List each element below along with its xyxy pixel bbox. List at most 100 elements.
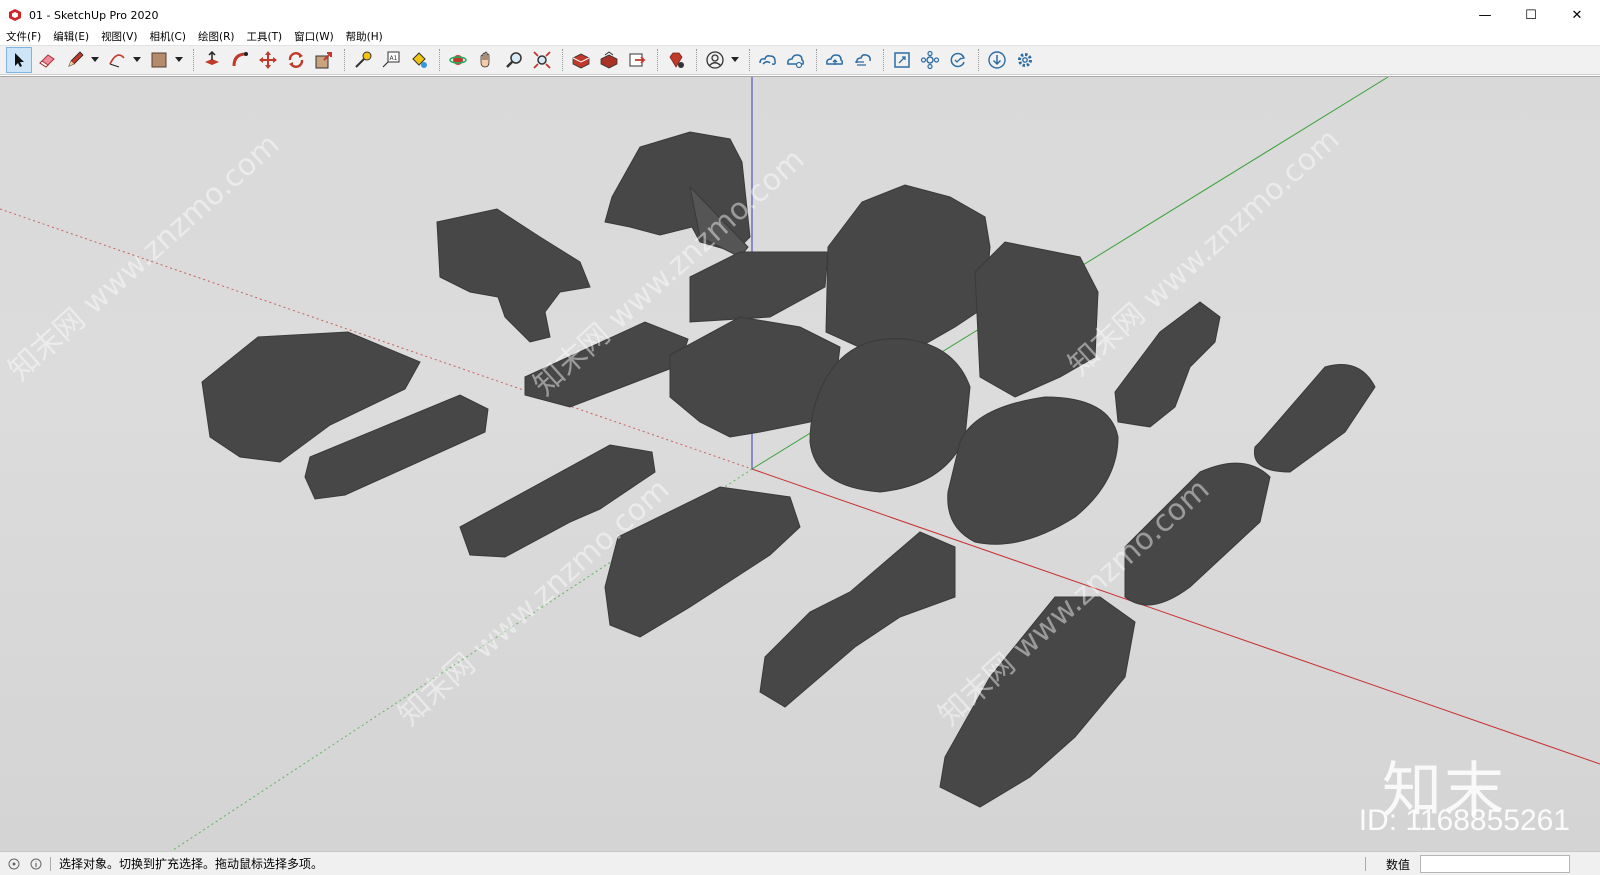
pencil-tool[interactable] [62,47,88,73]
zoom-extents-tool[interactable] [529,47,555,73]
pencil-icon [68,51,84,67]
send-to-layout-tool[interactable] [624,47,650,73]
paint-bucket-icon [412,52,427,68]
account-tool[interactable] [702,47,728,73]
select-tool[interactable] [6,47,32,73]
pencil-dropdown[interactable] [90,47,100,73]
gearbox-part [759,531,956,708]
extension-warehouse-icon [600,51,618,69]
menu-tools[interactable]: 工具(T) [240,29,288,44]
svg-text:A1: A1 [390,55,398,62]
ruby-console-tool[interactable] [663,47,689,73]
status-bar: 选择对象。切换到扩充选择。拖动鼠标选择多项。 数值 [0,851,1600,875]
chevron-down-icon [731,57,739,62]
toolbar-separator [344,49,345,71]
title-bar: 01 - SketchUp Pro 2020 — ☐ ✕ [0,0,1600,30]
collaborate-tool[interactable] [783,47,809,73]
menu-view[interactable]: 视图(V) [95,29,143,44]
sync-tool[interactable] [850,47,876,73]
gripper-part [436,208,591,343]
trimble-connect-tool[interactable] [755,47,781,73]
toolbar-separator [439,49,440,71]
window-title: 01 - SketchUp Pro 2020 [29,8,159,22]
menu-camera[interactable]: 相机(C) [143,29,192,44]
orbit-tool[interactable] [445,47,471,73]
refresh-icon [950,52,966,68]
window-controls: — ☐ ✕ [1462,0,1600,30]
toolbar-separator [657,49,658,71]
minimize-button[interactable]: — [1462,0,1508,30]
chevron-down-icon [175,57,183,62]
menu-edit[interactable]: 编辑(E) [47,29,95,44]
tape-measure-icon [355,51,372,68]
status-separator [50,856,51,871]
warehouse-tool[interactable] [568,47,594,73]
status-separator [1365,857,1366,871]
rectangle-tool[interactable] [146,47,172,73]
eraser-tool[interactable] [34,47,60,73]
arc-icon [109,54,125,68]
model-viewport[interactable]: 知末网 www.znzmo.com 知末网 www.znzmo.com 知末网 … [0,76,1600,851]
chevron-down-icon [91,57,99,62]
arc-dropdown[interactable] [132,47,142,73]
pan-tool[interactable] [473,47,499,73]
menu-help[interactable]: 帮助(H) [340,29,389,44]
sketchup-logo-icon [7,7,23,23]
download-icon [988,51,1006,69]
settings-tool[interactable] [1012,47,1038,73]
zoom-extents-icon [533,51,551,69]
toolbar-separator [562,49,563,71]
hollow-cylinder-part [1253,364,1376,473]
watermark-id: ID: 1168855261 [1358,804,1570,837]
refresh-tool[interactable] [945,47,971,73]
toolbar-separator [883,49,884,71]
move-tool[interactable] [255,47,281,73]
frame-tool[interactable] [889,47,915,73]
select-icon [15,53,24,67]
extension-warehouse-tool[interactable] [596,47,622,73]
toolbar-separator [749,49,750,71]
plate-part [689,251,829,323]
menu-draw[interactable]: 绘图(R) [192,29,241,44]
arc-tool[interactable] [104,47,130,73]
maximize-button[interactable]: ☐ [1508,0,1554,30]
geo-location-icon[interactable] [6,856,22,872]
body-box-part [825,184,991,353]
close-button[interactable]: ✕ [1554,0,1600,30]
tape-measure-tool[interactable] [350,47,376,73]
upload-tool[interactable] [822,47,848,73]
download-tool[interactable] [984,47,1010,73]
measurements-input[interactable] [1420,855,1570,873]
rotate-tool[interactable] [283,47,309,73]
orbit-icon [449,55,467,65]
zoom-tool[interactable] [501,47,527,73]
rectangle-icon [151,52,167,68]
menu-window[interactable]: 窗口(W) [288,29,340,44]
menu-file[interactable]: 文件(F) [0,29,47,44]
warehouse-icon [572,53,590,69]
toolbar-separator [193,49,194,71]
scale-icon [315,52,332,69]
menu-bar: 文件(F) 编辑(E) 视图(V) 相机(C) 绘图(R) 工具(T) 窗口(W… [0,28,1600,44]
text-tool[interactable]: A1 [378,47,404,73]
upload-icon [826,54,844,65]
toolbar-separator [696,49,697,71]
scale-tool[interactable] [311,47,337,73]
component-tool[interactable] [917,47,943,73]
push-pull-tool[interactable] [199,47,225,73]
pan-icon [480,51,490,68]
status-message: 选择对象。切换到扩充选择。拖动鼠标选择多项。 [59,857,324,871]
main-toolbar: A1 [0,45,1600,75]
drum-part [947,396,1119,545]
move-icon [259,51,277,69]
paint-bucket-tool[interactable] [406,47,432,73]
info-icon[interactable] [28,856,44,872]
component-icon [920,50,940,70]
account-icon [706,51,724,69]
follow-me-tool[interactable] [227,47,253,73]
rectangle-dropdown[interactable] [174,47,184,73]
scene-canvas: 知末网 www.znzmo.com 知末网 www.znzmo.com 知末网 … [0,77,1600,851]
account-dropdown[interactable] [730,47,740,73]
send-to-layout-icon [629,53,646,67]
collaborate-icon [787,54,805,69]
